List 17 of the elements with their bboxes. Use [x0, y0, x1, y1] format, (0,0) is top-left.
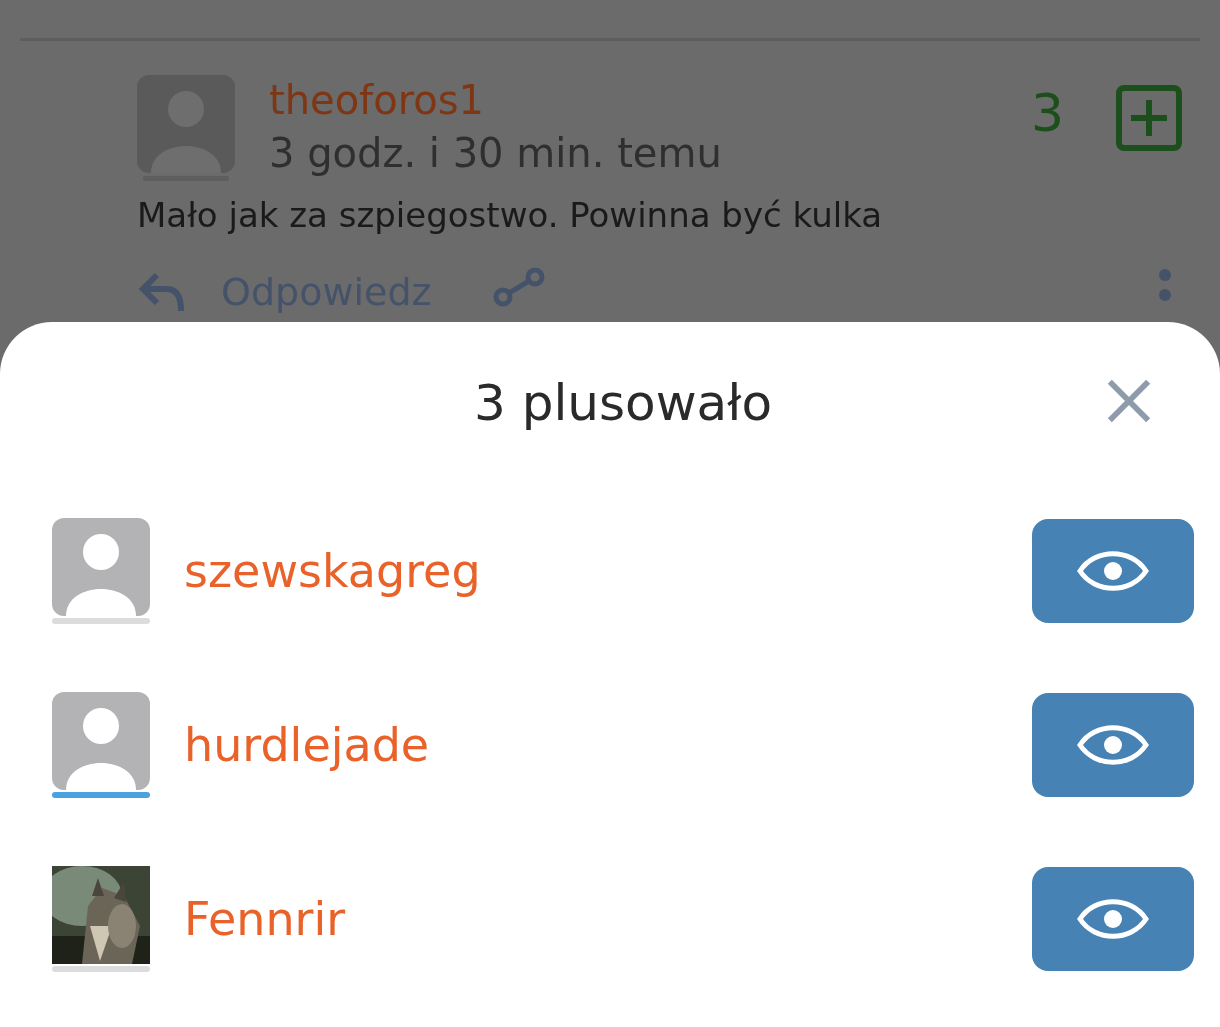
comment-text: Mało jak za szpiegostwo. Powinna być kulka — [137, 195, 884, 235]
eye-icon — [1077, 896, 1149, 942]
view-profile-button[interactable] — [1032, 693, 1194, 797]
username[interactable]: Fennrir — [184, 892, 1032, 946]
plus-icon[interactable] — [1116, 85, 1182, 151]
eye-icon — [1077, 722, 1149, 768]
view-profile-button[interactable] — [1032, 519, 1194, 623]
vote-count: 3 — [1030, 83, 1064, 143]
eye-icon — [1077, 548, 1149, 594]
username[interactable]: hurdlejade — [184, 718, 1032, 772]
close-icon[interactable] — [1106, 378, 1152, 424]
avatar-icon — [52, 692, 150, 790]
sheet-title: 3 plusowało — [474, 374, 772, 432]
timestamp: 3 godz. i 30 min. temu — [269, 129, 723, 178]
username[interactable]: szewskagreg — [184, 544, 1032, 598]
avatar-icon — [52, 518, 150, 616]
view-profile-button[interactable] — [1032, 867, 1194, 971]
